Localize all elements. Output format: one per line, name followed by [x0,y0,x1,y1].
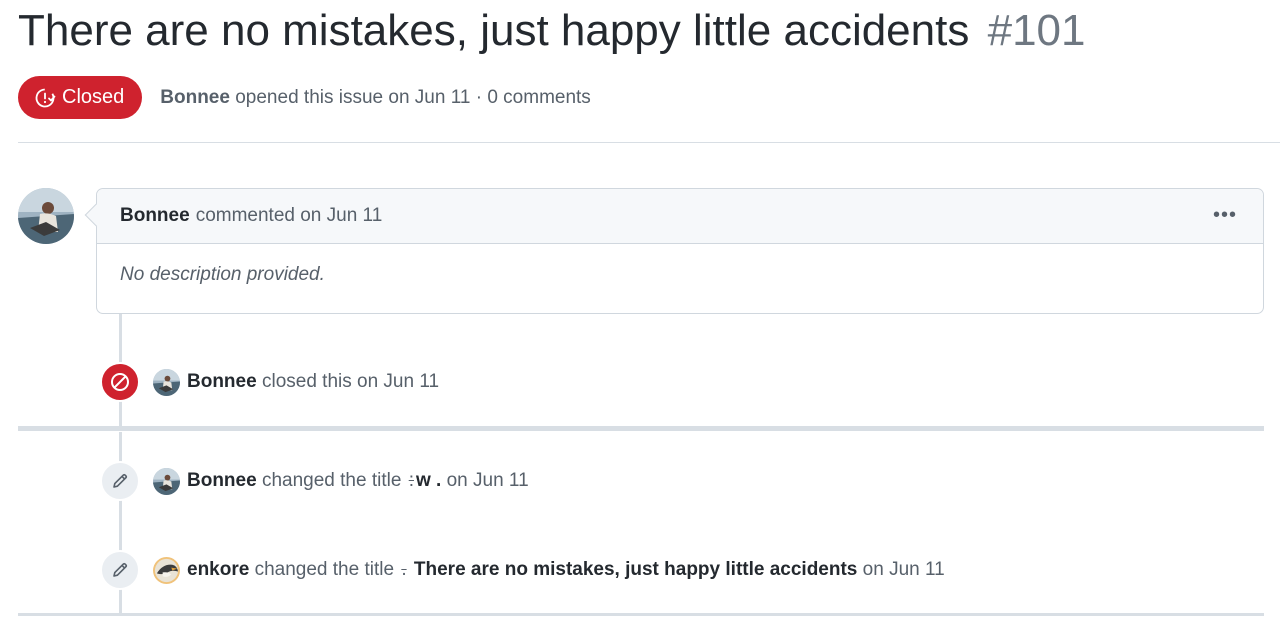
actor-link[interactable]: enkore [187,559,249,580]
event-description: changed the title [261,470,402,491]
issue-state-label: Closed [62,86,125,108]
avatar-photo-icon [18,188,74,244]
kebab-menu-icon[interactable]: ••• [1213,205,1237,225]
pencil-icon [113,473,128,488]
issue-title: There are no mistakes, just happy little… [18,6,1085,56]
comment-author-avatar[interactable] [18,188,74,244]
timeline-event-rename: enkore changed the title . There are no … [100,550,945,590]
issue-author-link[interactable]: Bonnee [160,87,230,108]
issue-state-badge[interactable]: Closed [18,76,143,119]
timeline-event-text: Bonnee closed this on Jun 11 [187,371,439,393]
timeline-event-closed: Bonnee closed this on Jun 11 [100,362,439,402]
header-divider [18,142,1280,143]
timeline-badge-edit [100,461,140,501]
avatar[interactable] [153,467,180,495]
issue-number: #101 [987,6,1086,55]
comment-box: Bonnee commented on Jun 11 ••• No descri… [84,188,1264,314]
issue-meta-text: Bonnee opened this issue on Jun 11 · 0 c… [160,87,591,109]
timeline-break [18,426,1264,431]
circle-slash-icon [111,373,129,391]
event-description: changed the title [254,559,395,580]
comment-header: Bonnee commented on Jun 11 ••• [84,189,1263,244]
issue-meta: Closed Bonnee opened this issue on Jun 1… [18,76,591,119]
actor-link[interactable]: Bonnee [187,371,257,392]
avatar[interactable] [153,368,180,396]
timeline-badge-closed [100,362,140,402]
avatar-bird-icon [153,556,180,584]
issue-closed-icon [35,88,56,107]
comment-author-link[interactable]: Bonnee [120,205,190,226]
timeline-badge-edit [100,550,140,590]
pencil-icon [113,562,128,577]
new-title: w . [415,470,442,491]
timeline-event-rename: Bonnee changed the title :w . on Jun 11 [100,461,529,501]
avatar[interactable] [153,556,180,584]
old-title: : [408,470,414,491]
timeline-break [18,613,1264,616]
avatar-photo-icon [153,368,180,396]
comment-header-text: commented on Jun 11 [195,205,383,226]
issue-title-text: There are no mistakes, just happy little… [18,6,970,55]
comment-caret [84,203,108,227]
actor-link[interactable]: Bonnee [187,470,257,491]
comment-body: No description provided. [120,264,325,285]
timeline-event-text: enkore changed the title . There are no … [187,559,945,581]
new-title: There are no mistakes, just happy little… [413,559,858,580]
avatar-photo-icon [153,467,180,495]
timeline-event-text: Bonnee changed the title :w . on Jun 11 [187,470,529,492]
event-date: on Jun 11 [446,470,529,491]
issue-opened-text: opened this issue on Jun 11 · 0 comments [235,86,591,108]
event-date: on Jun 11 [862,559,945,580]
event-description: closed this on Jun 11 [261,371,440,392]
old-title: . [401,559,407,580]
